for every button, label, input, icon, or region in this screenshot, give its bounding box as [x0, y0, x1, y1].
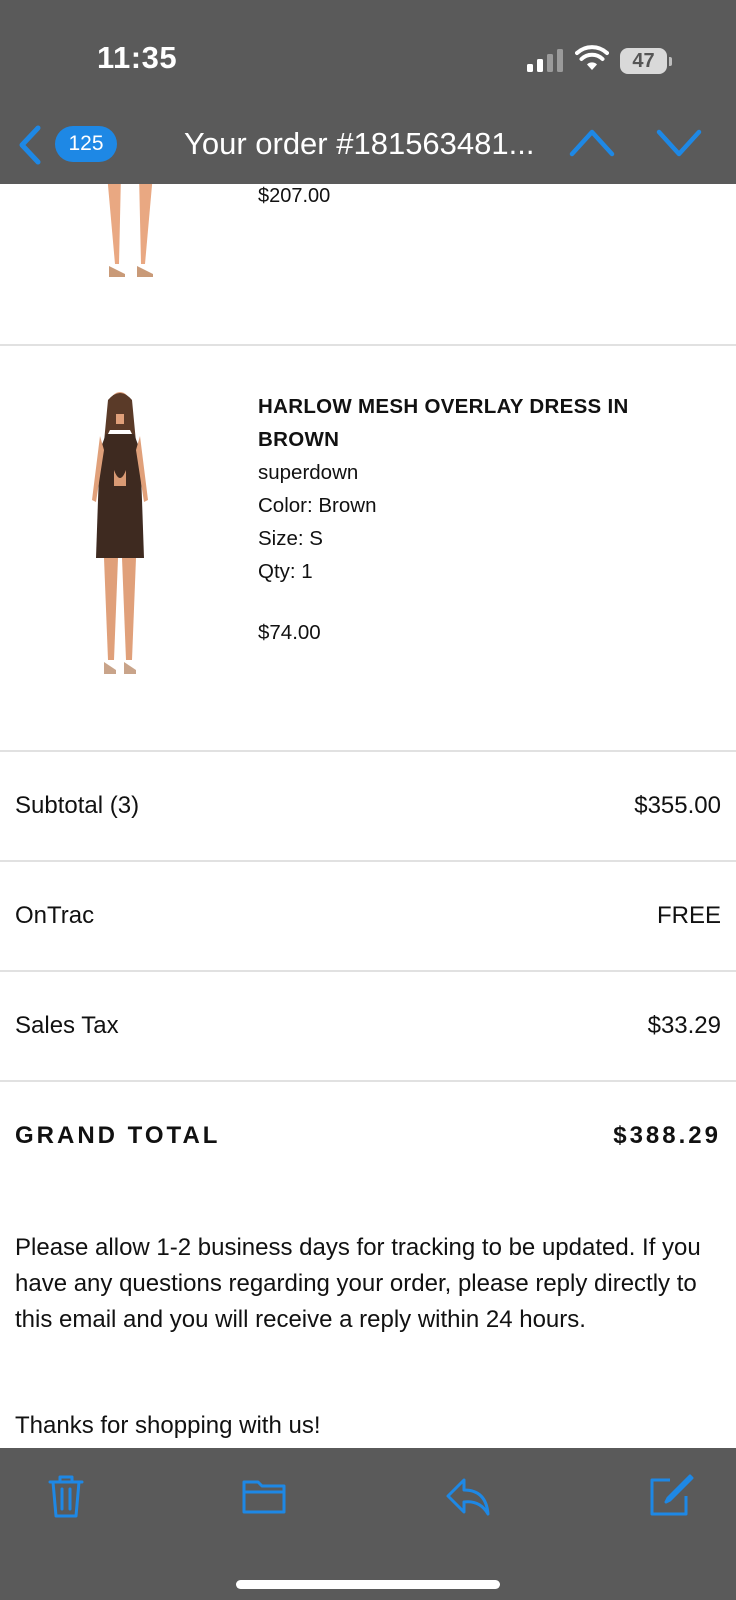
- email-body[interactable]: $207.00 HARLOW MESH OVERLAY DRESS IN BRO…: [0, 184, 736, 1448]
- unread-count-badge[interactable]: 125: [55, 126, 117, 162]
- sales-tax-row: Sales Tax $33.29: [0, 972, 736, 1080]
- shipping-value: FREE: [656, 902, 721, 929]
- previous-message-chevron-up-icon[interactable]: [569, 124, 615, 160]
- subtotal-row: Subtotal (3) $355.00: [0, 752, 736, 860]
- product-price: $74.00: [258, 621, 321, 644]
- product-color: Color: Brown: [258, 494, 377, 517]
- email-subject-title: Your order #181563481...: [184, 126, 535, 161]
- reply-icon[interactable]: [444, 1472, 492, 1520]
- shipping-label: OnTrac: [15, 902, 95, 929]
- previous-product-image[interactable]: [95, 184, 165, 284]
- product-brand: superdown: [258, 461, 359, 484]
- product-image[interactable]: [70, 390, 170, 690]
- grand-total-row: GRAND TOTAL $388.29: [0, 1082, 736, 1190]
- product-size: Size: S: [258, 527, 323, 550]
- back-chevron-icon[interactable]: [14, 124, 44, 166]
- product-title[interactable]: HARLOW MESH OVERLAY DRESS IN BROWN: [258, 390, 698, 456]
- battery-indicator: 47: [620, 48, 672, 74]
- cellular-signal-icon: [527, 49, 563, 72]
- shipping-row: OnTrac FREE: [0, 862, 736, 970]
- sales-tax-value: $33.29: [647, 1012, 721, 1039]
- previous-item-price: $207.00: [258, 185, 331, 207]
- battery-level: 47: [620, 48, 667, 74]
- grand-total-value: $388.29: [613, 1122, 721, 1149]
- divider: [0, 344, 736, 346]
- tracking-note: Please allow 1-2 business days for track…: [15, 1234, 701, 1333]
- grand-total-label: GRAND TOTAL: [15, 1122, 221, 1149]
- next-message-chevron-down-icon[interactable]: [656, 124, 702, 160]
- status-time: 11:35: [97, 40, 178, 75]
- wifi-icon: [575, 45, 609, 70]
- battery-tip: [669, 57, 672, 66]
- bottom-toolbar: [0, 1448, 736, 1600]
- product-quantity: Qty: 1: [258, 560, 313, 583]
- folder-icon[interactable]: [240, 1472, 288, 1520]
- trash-icon[interactable]: [42, 1472, 90, 1520]
- top-bar: 11:35 47 125 Your order #181563481...: [0, 0, 736, 184]
- sales-tax-label: Sales Tax: [15, 1012, 119, 1039]
- home-indicator[interactable]: [236, 1580, 500, 1589]
- subtotal-value: $355.00: [634, 792, 721, 819]
- thanks-message: Thanks for shopping with us!: [15, 1412, 321, 1439]
- compose-icon[interactable]: [646, 1472, 694, 1520]
- product-details: HARLOW MESH OVERLAY DRESS IN BROWN super…: [258, 390, 698, 649]
- subtotal-label: Subtotal (3): [15, 792, 140, 819]
